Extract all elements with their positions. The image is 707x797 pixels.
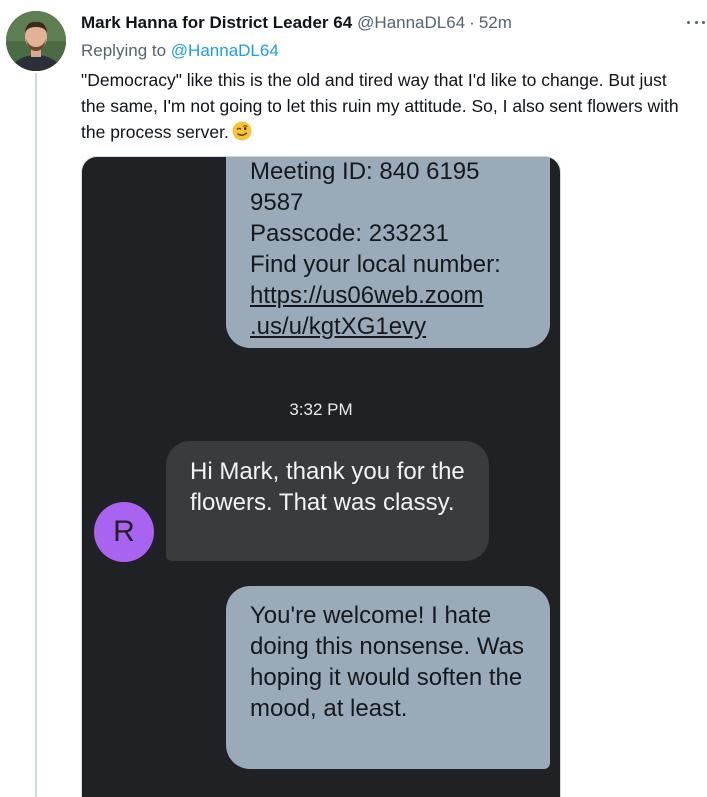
reply-handle-link[interactable]: @HannaDL64 <box>171 41 279 60</box>
avatar-photo <box>6 11 66 71</box>
author-name[interactable]: Mark Hanna for District Leader 64 <box>81 12 352 34</box>
message-line: Meeting ID: 840 6195 <box>250 158 480 185</box>
replying-to: Replying to @HannaDL64 <box>81 40 279 62</box>
incoming-message-bubble: Hi Mark, thank you for the flowers. That… <box>166 441 489 561</box>
more-options-icon[interactable] <box>687 13 705 31</box>
winking-face-emoji-icon <box>232 121 252 141</box>
message-line: Passcode: 233231 <box>250 220 449 247</box>
outgoing-message-text: You're welcome! I hate doing this nonsen… <box>250 602 524 722</box>
zoom-link[interactable]: .us/u/kgtXG1evy <box>250 311 526 342</box>
zoom-link[interactable]: https://us06web.zoom <box>250 280 526 311</box>
replying-to-label: Replying to <box>81 41 167 60</box>
outgoing-message-bubble: You're welcome! I hate doing this nonsen… <box>226 586 550 769</box>
tweet-timestamp[interactable]: 52m <box>479 12 512 34</box>
incoming-message-text: Hi Mark, thank you for the flowers. That… <box>190 458 465 516</box>
message-line: Find your local number: <box>250 251 501 278</box>
thread-line <box>35 73 37 797</box>
message-line: 9587 <box>250 189 304 216</box>
tweet-body: "Democracy" like this is the old and tir… <box>81 70 679 142</box>
contact-avatar: R <box>94 502 154 562</box>
attached-screenshot[interactable]: Meeting ID: 840 6195 9587 Passcode: 2332… <box>81 156 561 797</box>
message-timestamp: 3:32 PM <box>289 400 353 419</box>
outgoing-message-bubble: Meeting ID: 840 6195 9587 Passcode: 2332… <box>226 157 550 348</box>
tweet-text: "Democracy" like this is the old and tir… <box>81 67 681 145</box>
author-handle[interactable]: @HannaDL64 <box>357 12 465 34</box>
author-avatar[interactable] <box>6 11 66 71</box>
tweet-header: Mark Hanna for District Leader 64 @Hanna… <box>81 12 687 34</box>
separator-dot: · <box>469 13 475 32</box>
